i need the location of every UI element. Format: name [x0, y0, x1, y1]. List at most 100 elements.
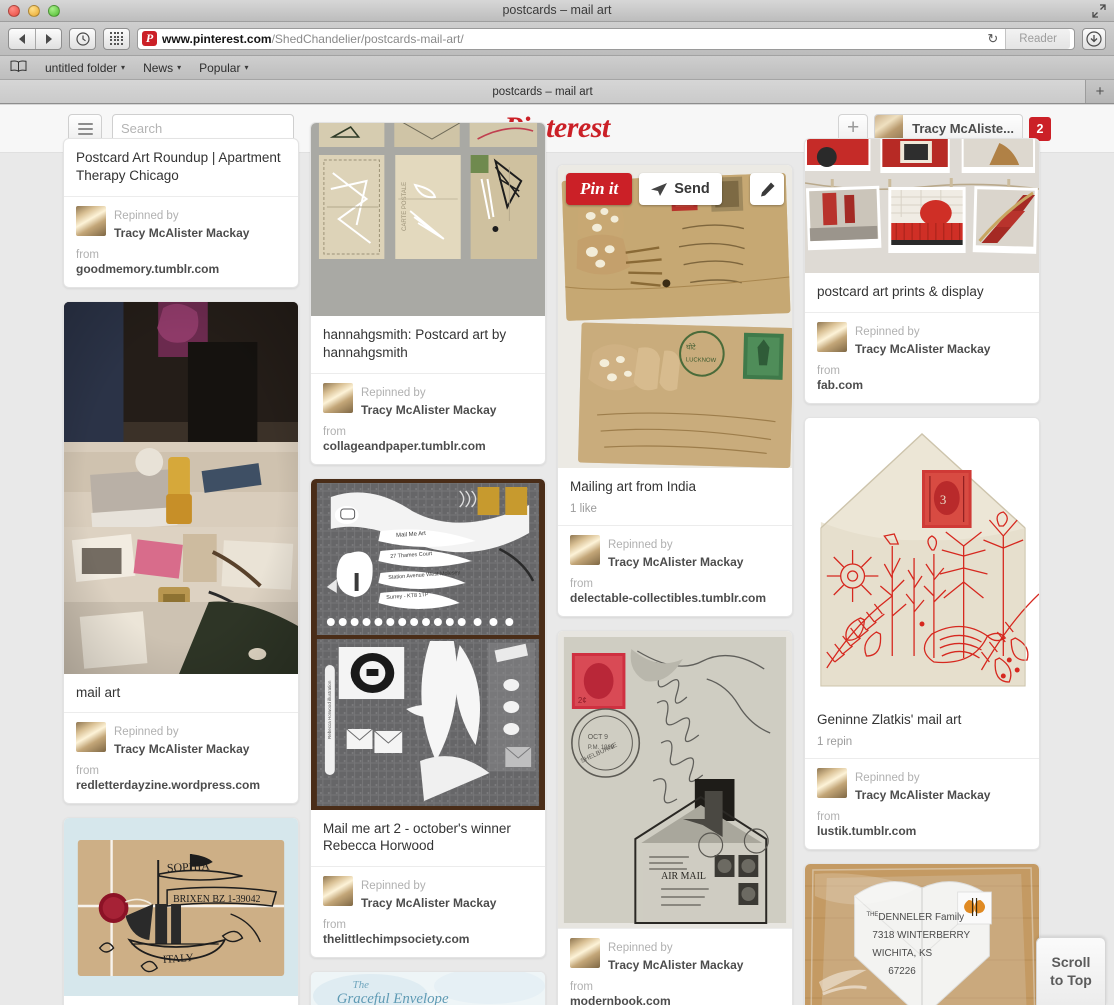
edit-pin-button[interactable]	[750, 173, 784, 205]
from-label: from	[817, 810, 840, 823]
downloads-button[interactable]	[1082, 27, 1106, 50]
repinned-by-row[interactable]: Repinned by Tracy McAlister Mackay	[76, 205, 286, 242]
repinned-by-label: Repinned by	[361, 386, 426, 399]
pin-card[interactable]: mail art Repinned by Tracy McAlister Mac…	[63, 300, 299, 805]
nav-buttons[interactable]	[8, 27, 62, 50]
pin-source[interactable]: modernbook.com	[570, 994, 780, 1005]
pin-column-1: Postcard Art Roundup | Apartment Therapy…	[63, 138, 299, 1005]
pin-image[interactable]: Mail Me Art 27 Thames Court Station Aven…	[311, 478, 545, 810]
send-button[interactable]: Send	[639, 173, 722, 205]
fullscreen-icon[interactable]	[1092, 4, 1106, 18]
pin-title: hannahgsmith: Postcard art by hannahgsmi…	[323, 327, 507, 360]
pin-image[interactable]: CARTE POSTALE	[311, 123, 545, 316]
reload-button[interactable]: ↻	[987, 31, 1000, 47]
repinned-by-row[interactable]: Repinned by Tracy McAlister Mackay	[570, 534, 780, 571]
pin-source[interactable]: collageandpaper.tumblr.com	[323, 439, 533, 453]
pin-source[interactable]: lustik.tumblr.com	[817, 824, 1027, 838]
send-label: Send	[674, 181, 710, 197]
safari-browser-window: postcards – mail art P www.pinterest.com…	[0, 0, 1114, 1005]
bookmarks-sidebar-icon[interactable]	[10, 60, 27, 75]
pin-card[interactable]: CARTE POSTALE hannahgsmith: Postcard art…	[310, 122, 546, 465]
pin-card[interactable]: Postcard Art Roundup | Apartment Therapy…	[63, 138, 299, 288]
pin-card-hovered[interactable]: Pin it Send घोटे LUCKNOW Mailing art fro…	[557, 164, 793, 617]
pin-card[interactable]: 3 Geninne Zlatkis' mail art 1 repin Repi…	[804, 416, 1040, 850]
close-window-icon[interactable]	[8, 4, 20, 17]
pin-card[interactable]: The Graceful Envelope Contest	[310, 971, 546, 1005]
pin-image[interactable]: 3	[805, 417, 1039, 701]
pin-source[interactable]: thelittlechimpsociety.com	[323, 932, 533, 946]
repinner-name[interactable]: Tracy McAlister Mackay	[361, 403, 496, 417]
new-tab-button[interactable]: +	[1086, 80, 1114, 103]
tab-postcards-mail-art[interactable]: postcards – mail art	[0, 80, 1086, 103]
repinner-name[interactable]: Tracy McAlister Mackay	[855, 788, 990, 802]
svg-text:OCT 9: OCT 9	[588, 734, 608, 741]
repinned-by-row[interactable]: Repinned by Tracy McAlister Mackay	[76, 722, 286, 758]
pin-title: Mail me art 2 - october's winner Rebecca…	[323, 820, 511, 854]
bookmarks-bar: untitled folder ▾ News ▾ Popular ▾	[0, 56, 1114, 80]
back-button[interactable]	[9, 29, 35, 49]
pin-card[interactable]: postcard art prints & display Repinned b…	[804, 138, 1040, 404]
pin-image[interactable]	[64, 301, 298, 674]
repinner-name[interactable]: Tracy McAlister Mackay	[114, 226, 249, 240]
pin-card[interactable]: 2¢ OCT 9 P.M. 1929 SHELBURNE AIR MAIL Re…	[557, 629, 793, 1005]
pin-image[interactable]: घोटे LUCKNOW	[558, 165, 792, 468]
repinned-by-row[interactable]: Repinned by Tracy McAlister Mackay	[323, 876, 533, 912]
repinned-by-row[interactable]: Repinned by Tracy McAlister Mackay	[323, 382, 533, 419]
reader-button[interactable]: Reader	[1005, 28, 1070, 49]
pin-title: Geninne Zlatkis' mail art	[817, 711, 962, 727]
repinner-name[interactable]: Tracy McAlister Mackay	[855, 342, 990, 356]
svg-text:3: 3	[940, 492, 946, 507]
browser-toolbar: P www.pinterest.com/ShedChandelier/postc…	[0, 22, 1114, 56]
scroll-to-top-button[interactable]: Scroll to Top	[1036, 937, 1106, 1005]
bookmark-news[interactable]: News ▾	[143, 61, 181, 75]
repinned-by-label: Repinned by	[361, 880, 426, 893]
pin-it-button[interactable]: Pin it	[566, 173, 633, 205]
repinned-by-row[interactable]: Repinned by Tracy McAlister Mackay	[817, 321, 1027, 358]
history-button[interactable]	[69, 27, 96, 50]
svg-text:घोटे: घोटे	[686, 342, 696, 351]
pin-image[interactable]: 2¢ OCT 9 P.M. 1929 SHELBURNE AIR MAIL	[558, 630, 792, 928]
pin-image[interactable]	[805, 139, 1039, 273]
minimize-window-icon[interactable]	[28, 4, 40, 17]
repinned-by-label: Repinned by	[855, 325, 920, 338]
scroll-top-line1: Scroll	[1051, 954, 1091, 970]
grid-icon	[110, 32, 123, 45]
notification-badge[interactable]: 2	[1029, 116, 1051, 145]
window-title: postcards – mail art	[502, 3, 612, 17]
svg-text:LUCKNOW: LUCKNOW	[686, 357, 717, 364]
pin-source[interactable]: redletterdayzine.wordpress.com	[76, 778, 286, 792]
pin-image[interactable]: The Graceful Envelope Contest	[311, 972, 545, 1005]
bookmark-untitled-folder[interactable]: untitled folder ▾	[45, 61, 125, 75]
from-label: from	[570, 980, 593, 993]
search-input[interactable]	[121, 121, 297, 136]
pin-card[interactable]: SOPHIA BRIXEN BZ 1-39042 ITALY	[63, 817, 299, 1005]
repinner-avatar	[570, 534, 600, 565]
top-sites-button[interactable]	[103, 27, 130, 50]
repinned-by-row[interactable]: Repinned by Tracy McAlister Mackay	[817, 767, 1027, 804]
pin-image[interactable]: SOPHIA BRIXEN BZ 1-39042 ITALY	[64, 818, 298, 997]
vintage-postcards-grid-art: CARTE POSTALE	[311, 123, 545, 316]
maximize-window-icon[interactable]	[48, 4, 60, 17]
repinner-name[interactable]: Tracy McAlister Mackay	[361, 896, 496, 910]
repinner-name[interactable]: Tracy McAlister Mackay	[608, 958, 743, 972]
window-traffic-lights[interactable]	[0, 4, 60, 17]
window-titlebar: postcards – mail art	[0, 0, 1114, 22]
pin-source[interactable]: goodmemory.tumblr.com	[76, 262, 286, 276]
pin-source[interactable]: delectable-collectibles.tumblr.com	[570, 591, 780, 605]
pin-grid: Postcard Art Roundup | Apartment Therapy…	[0, 122, 1114, 1005]
repinner-name[interactable]: Tracy McAlister Mackay	[114, 742, 249, 756]
forward-button[interactable]	[35, 28, 61, 49]
pin-footer: Repinned by Tracy McAlister Mackay from …	[64, 712, 298, 803]
pin-card[interactable]: Mail Me Art 27 Thames Court Station Aven…	[310, 477, 546, 959]
address-bar[interactable]: P www.pinterest.com/ShedChandelier/postc…	[137, 27, 1075, 50]
bookmark-popular[interactable]: Popular ▾	[199, 61, 248, 75]
pin-column-4: postcard art prints & display Repinned b…	[804, 138, 1040, 1005]
craft-table-photo-art	[64, 301, 298, 674]
repinned-by-row[interactable]: Repinned by Tracy McAlister Mackay	[570, 937, 780, 974]
pin-card[interactable]: THE DENNELER Family 7318 WINTERBERRY WIC…	[804, 862, 1040, 1005]
red-floral-envelope-art: 3	[805, 417, 1039, 701]
pin-image[interactable]: THE DENNELER Family 7318 WINTERBERRY WIC…	[805, 863, 1039, 1005]
pinterest-page: Pinterest + Tracy McAliste... 2 Postcard…	[0, 105, 1114, 1005]
pin-source[interactable]: fab.com	[817, 378, 1027, 392]
repinner-name[interactable]: Tracy McAlister Mackay	[608, 555, 743, 569]
